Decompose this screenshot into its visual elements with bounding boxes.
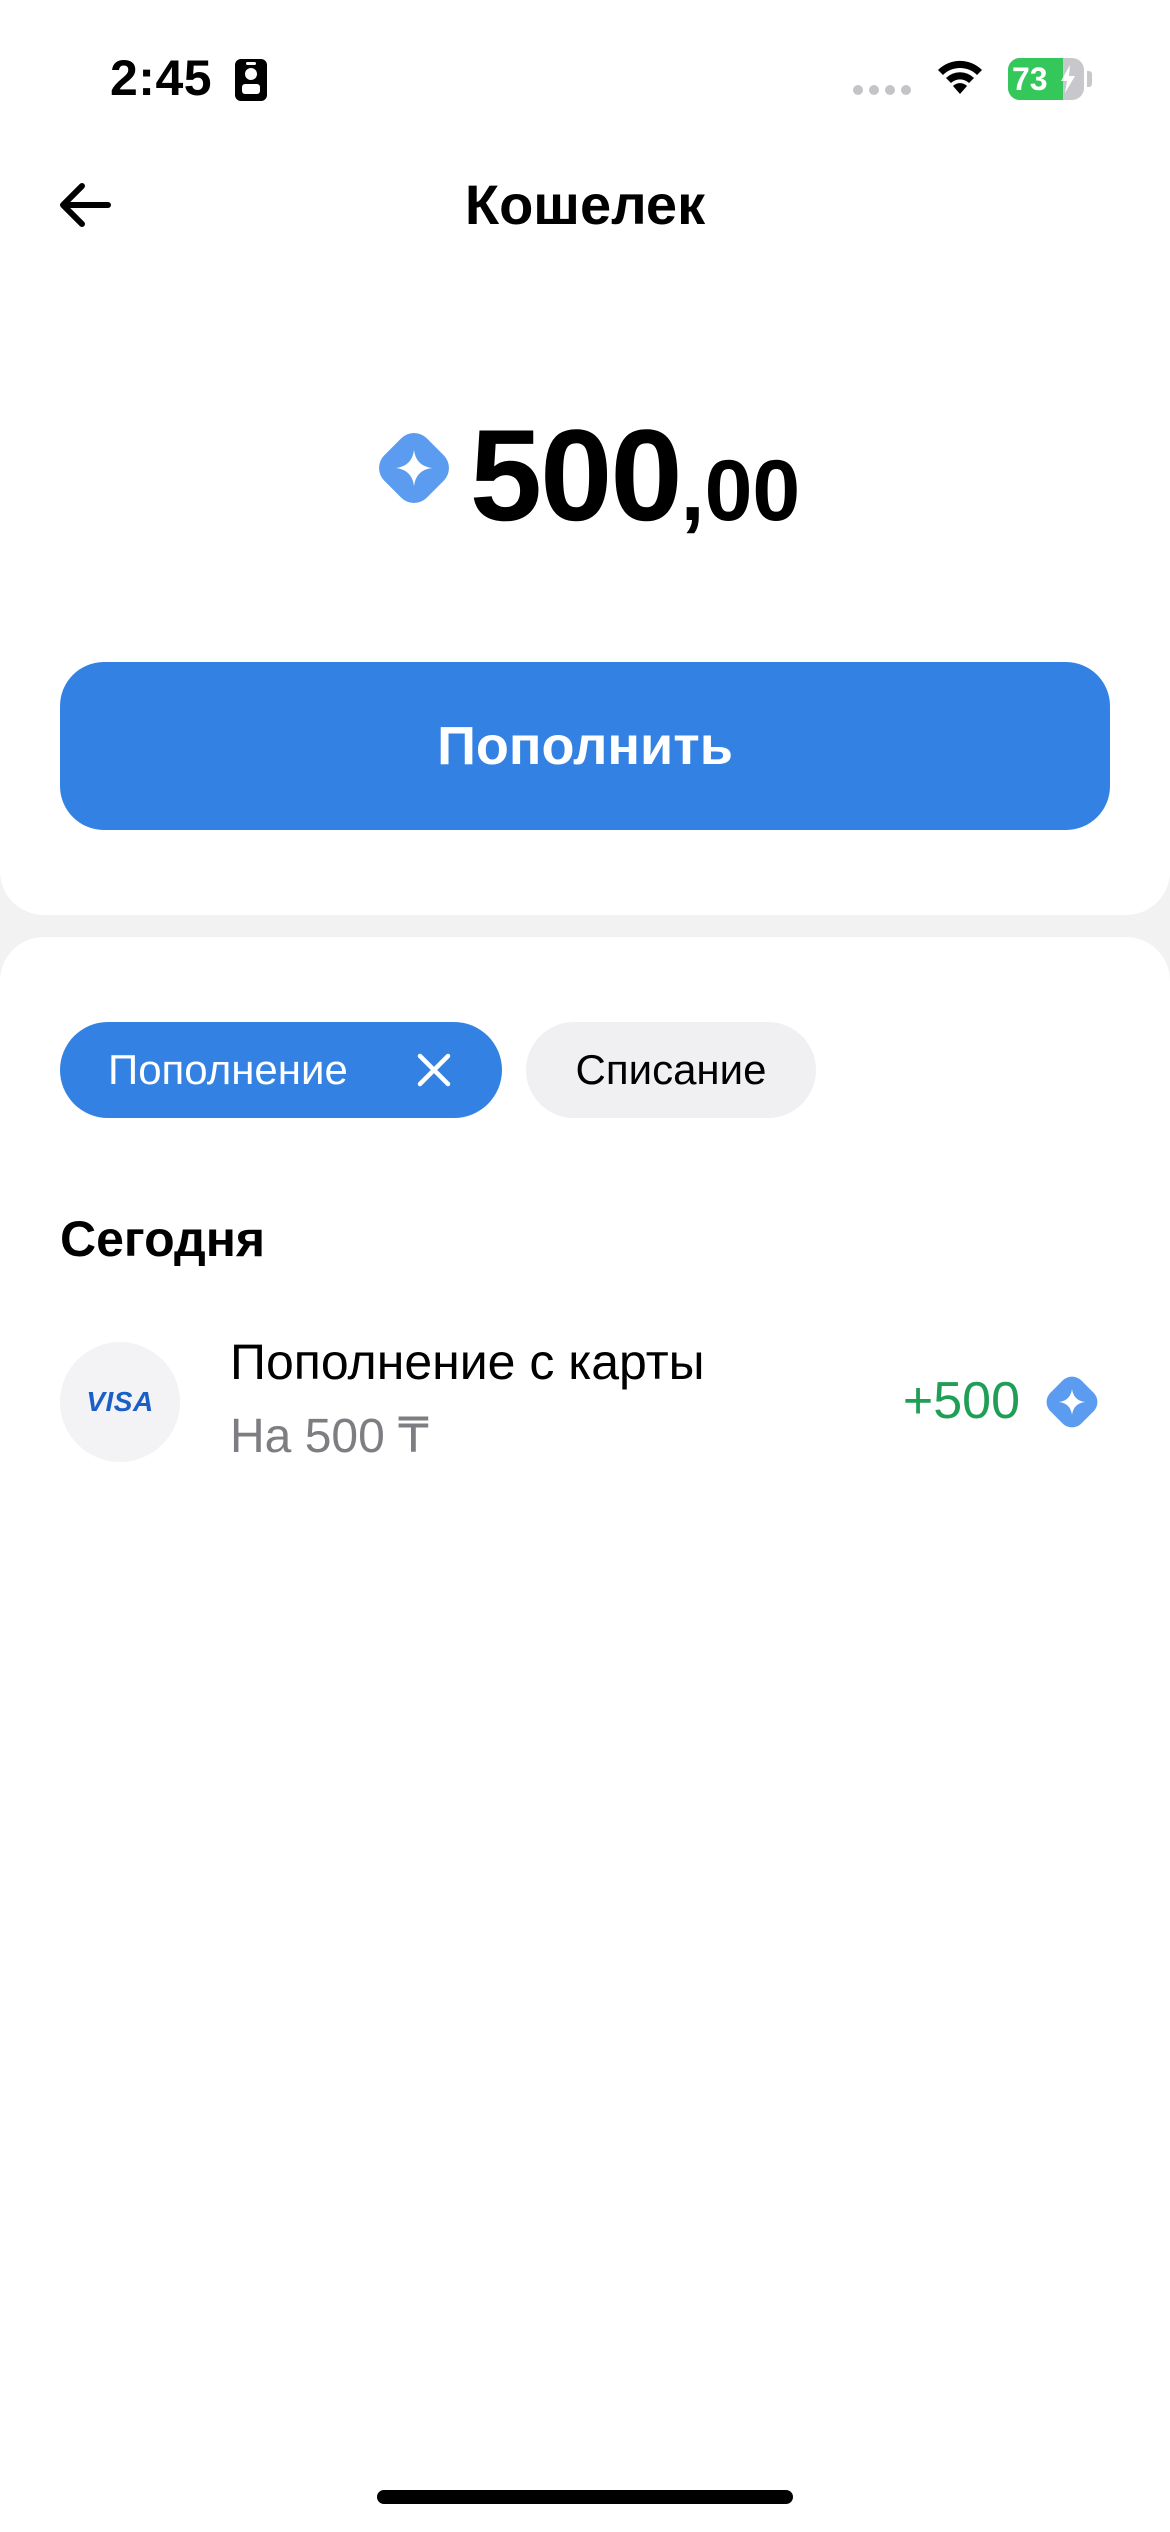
signal-icon xyxy=(853,85,911,95)
wallet-screen: 2:45 73 Кошелек 500 ,00 Пополнить Пополн… xyxy=(0,0,1170,2532)
wallet-coin-icon xyxy=(378,433,449,503)
page-title: Кошелек xyxy=(464,173,706,236)
balance-integer: 500 xyxy=(469,402,683,548)
charging-bolt-icon xyxy=(1061,65,1075,93)
visa-logo: VISA xyxy=(60,1342,180,1462)
transaction-row[interactable]: VISA Пополнение с карты На 500 ₸ +500 xyxy=(0,1332,1170,1463)
wallet-coin-icon xyxy=(1046,1376,1098,1428)
wifi-icon xyxy=(938,60,982,94)
battery-level: 73 xyxy=(1012,61,1048,97)
filter-chip-topup[interactable]: Пополнение xyxy=(60,1022,502,1118)
status-bar: 2:45 73 xyxy=(0,0,1170,150)
transaction-amount: +500 xyxy=(902,1372,1020,1430)
history-card: Пополнение Списание Сегодня VISA Пополне… xyxy=(0,937,1170,2532)
badge-icon xyxy=(235,59,267,101)
home-indicator[interactable] xyxy=(377,2490,793,2504)
nav-bar: Кошелек xyxy=(0,150,1170,260)
filter-chip-label: Списание xyxy=(575,1046,767,1093)
balance-amount: 500 ,00 xyxy=(0,400,1170,540)
status-time: 2:45 xyxy=(110,50,213,106)
balance-card: 2:45 73 Кошелек 500 ,00 Пополнить xyxy=(0,0,1170,915)
topup-button[interactable]: Пополнить xyxy=(60,662,1110,830)
transaction-title: Пополнение с карты xyxy=(230,1334,705,1390)
section-title-today: Сегодня xyxy=(60,1211,266,1267)
filter-chip-withdrawal[interactable]: Списание xyxy=(526,1022,816,1118)
transaction-subtitle: На 500 ₸ xyxy=(230,1410,429,1463)
close-icon[interactable] xyxy=(416,1052,452,1088)
battery-icon: 73 xyxy=(1008,58,1092,100)
filter-chip-label: Пополнение xyxy=(108,1046,348,1093)
balance-fraction: ,00 xyxy=(680,443,801,539)
